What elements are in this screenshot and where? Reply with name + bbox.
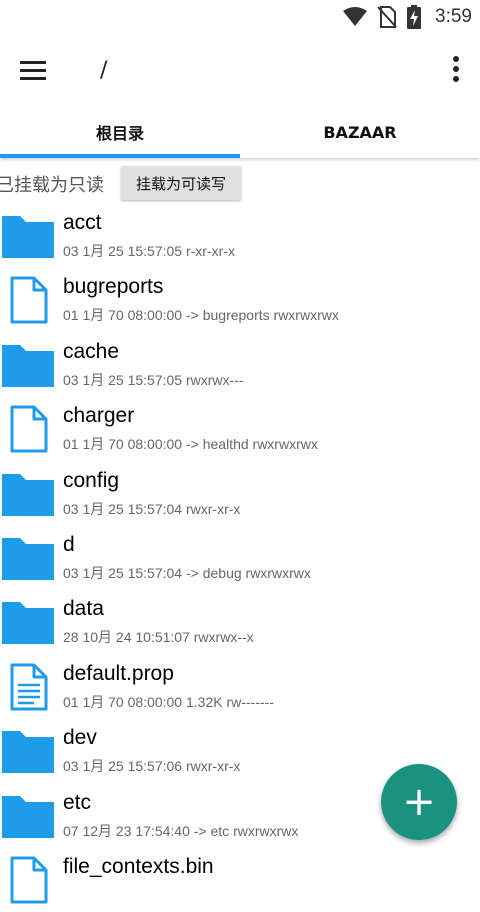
file-meta: 07 12月 23 17:54:40 -> etc rwxrwxrwx [63,822,299,839]
file-name: default.prop [63,661,174,685]
hamburger-icon[interactable] [18,56,48,86]
file-icon [10,276,48,324]
wifi-icon [343,7,368,26]
file-name: etc [63,790,92,814]
folder-icon [2,344,54,387]
folder-icon [2,795,54,838]
file-name: config [63,468,120,492]
list-item[interactable]: charger 01 1月 70 08:00:00 -> healthd rwx… [0,397,480,461]
file-meta: 03 1月 25 15:57:05 rwxrwx--- [63,371,244,388]
list-item[interactable]: bugreports 01 1月 70 08:00:00 -> bugrepor… [0,268,480,332]
list-item[interactable]: config 03 1月 25 15:57:04 rwxr-xr-x [0,462,480,526]
more-vert-icon[interactable] [450,54,462,86]
plus-icon: + [402,779,436,825]
file-name: acct [63,211,102,234]
file-meta: 01 1月 70 08:00:00 1.32K rw------- [63,693,274,710]
file-name: file_contexts.bin [63,854,214,878]
mount-rw-button[interactable]: 挂载为可读写 [121,166,241,200]
folder-icon [2,731,54,774]
status-bar: 3:59 [0,0,480,34]
no-sim-icon [377,6,397,28]
list-item[interactable]: acct 03 1月 25 15:57:05 r-xr-xr-x [0,204,480,268]
file-meta: 01 1月 70 08:00:00 -> bugreports rwxrwxrw… [63,307,339,324]
file-icon [10,405,48,453]
tab-root[interactable]: 根目录 [0,106,240,158]
document-icon [10,663,48,711]
tab-bazaar[interactable]: BAZAAR [240,106,480,158]
file-name: d [63,532,75,556]
status-icons: 3:59 [343,4,472,30]
file-name: bugreports [63,275,164,299]
list-item[interactable]: cache 03 1月 25 15:57:05 rwxrwx--- [0,333,480,397]
list-item[interactable]: file_contexts.bin [0,848,480,912]
file-name: data [63,597,104,621]
list-item[interactable]: default.prop 01 1月 70 08:00:00 1.32K rw-… [0,655,480,719]
file-meta: 03 1月 25 15:57:04 -> debug rwxrwxrwx [63,564,311,581]
folder-icon [2,602,54,645]
list-item[interactable]: data 28 10月 24 10:51:07 rwxrwx--x [0,590,480,654]
file-name: dev [63,726,97,750]
file-name: charger [63,404,135,428]
add-fab-button[interactable]: + [381,764,457,840]
file-icon [10,856,48,904]
clock: 3:59 [435,6,472,27]
tab-indicator [0,154,240,158]
folder-icon [2,216,54,258]
file-meta: 03 1月 25 15:57:04 rwxr-xr-x [63,500,241,517]
file-meta: 28 10月 24 10:51:07 rwxrwx--x [63,629,254,646]
battery-charging-icon [407,5,422,29]
tab-bar: 根目录 BAZAAR [0,106,480,158]
file-name: cache [63,339,120,363]
app-toolbar: / [0,34,480,106]
mount-bar: 已挂载为只读 挂载为可读写 [0,162,480,202]
file-meta: 01 1月 70 08:00:00 -> healthd rwxrwxrwx [63,436,318,453]
file-meta: 03 1月 25 15:57:06 rwxr-xr-x [63,758,241,775]
file-meta: 03 1月 25 15:57:05 r-xr-xr-x [63,243,235,259]
folder-icon [2,537,54,580]
folder-icon [2,473,54,516]
current-path: / [100,58,108,83]
list-item[interactable]: d 03 1月 25 15:57:04 -> debug rwxrwxrwx [0,526,480,590]
mount-status: 已挂载为只读 [0,175,104,196]
